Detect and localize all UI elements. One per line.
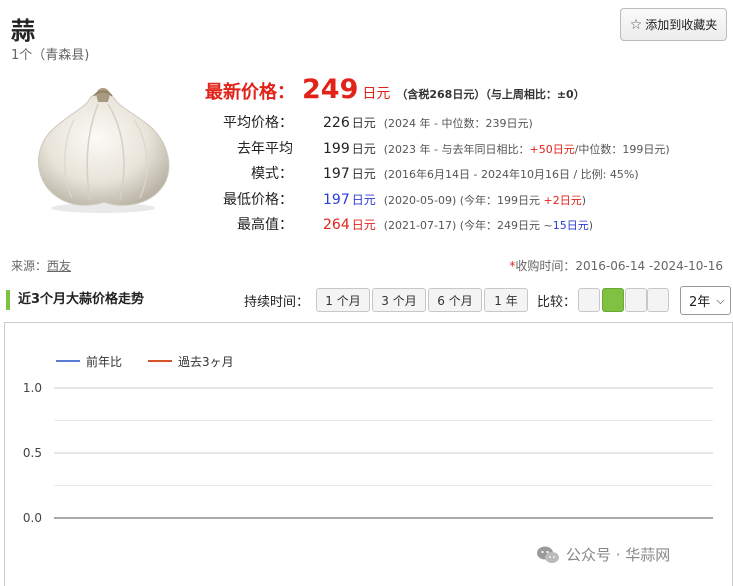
average-price-label: 平均价格： <box>223 115 293 131</box>
highest-detail-pre: (2021-07-17) (今年：249日元 ~ <box>383 219 553 232</box>
highest-price-value: 264 <box>323 217 350 233</box>
star-icon: ☆ <box>629 16 643 33</box>
watermark: 公众号 · 华蒜网 <box>536 544 670 565</box>
last-year-detail-post: /中位数：199日元) <box>574 142 670 156</box>
average-price-row: 平均价格： 226 日元 (2024 年 - 中位数：239日元) <box>205 112 725 138</box>
garlic-image <box>38 88 170 213</box>
lowest-price-row: 最低价格： 197 日元 (2020-05-09) (今年：199日元 +2日元… <box>205 189 725 215</box>
product-subtitle: 1个（青森县) <box>11 48 90 63</box>
period-text: 收购时间：2016-06-14 -2024-10-16 <box>515 259 723 273</box>
source-link[interactable]: 西友 <box>47 259 71 273</box>
chevron-down-icon: ⌵ <box>716 293 725 307</box>
mode-price-label: 模式： <box>251 166 293 182</box>
year-select[interactable]: 2年 ⌵ <box>680 286 731 315</box>
legend-label-0[interactable]: 前年比 <box>86 354 122 369</box>
highest-detail-post: ) <box>588 219 594 232</box>
duration-1-month-button[interactable]: 1 个月 <box>316 288 370 312</box>
mode-price-value: 197 <box>323 166 350 182</box>
page-title: 蒜 <box>11 17 36 45</box>
mode-price-detail: (2016年6月14日 - 2024年10月16日 / 比例: 45%) <box>383 168 639 181</box>
chart-legend: 前年比 過去3ヶ月 <box>56 354 234 369</box>
legend-label-1[interactable]: 過去3ヶ月 <box>178 355 234 369</box>
y-tick-label: 0.0 <box>23 511 42 525</box>
latest-price-label: 最新价格： <box>205 82 295 103</box>
compare-label: 比较： <box>537 295 577 310</box>
lowest-detail-post: ) <box>581 193 587 207</box>
highest-price-unit: 日元 <box>351 218 376 232</box>
add-to-favorites-button[interactable]: ☆ 添加到收藏夹 <box>620 8 727 41</box>
highest-price-label: 最高值： <box>237 217 293 233</box>
last-year-average-unit: 日元 <box>351 141 376 156</box>
price-summary: 最新价格： 249 日元 （含税268日元）（与上周相比：±0） 平均价格： 2… <box>205 74 725 240</box>
duration-3-months-button[interactable]: 3 个月 <box>372 288 426 312</box>
average-price-detail: (2024 年 - 中位数：239日元) <box>383 117 533 130</box>
wechat-icon <box>537 546 559 563</box>
source-info: 来源：西友 <box>11 257 71 274</box>
duration-6-months-button[interactable]: 6 个月 <box>428 288 482 312</box>
last-year-average-detail: (2023 年 - 与去年同日相比：+50日元/中位数：199日元) <box>384 141 670 157</box>
highest-change: 15日元 <box>552 219 589 232</box>
lowest-detail-pre: (2020-05-09) (今年：199日元 <box>383 193 544 207</box>
watermark-text: 公众号 · 华蒜网 <box>566 546 671 564</box>
y-tick-label: 1.0 <box>23 381 42 395</box>
duration-label: 持续时间： <box>244 295 310 310</box>
highest-price-row: 最高值： 264 日元 (2021-07-17) (今年：249日元 ~15日元… <box>205 214 725 240</box>
mode-price-row: 模式： 197 日元 (2016年6月14日 - 2024年10月16日 / 比… <box>205 163 725 189</box>
trend-title: 近3个月大蒜价格走势 <box>6 290 144 310</box>
chart-grid <box>54 387 713 519</box>
mode-price-unit: 日元 <box>351 167 376 181</box>
duration-1-year-button[interactable]: 1 年 <box>484 288 528 312</box>
add-to-favorites-label: 添加到收藏夹 <box>645 18 718 32</box>
latest-price-note: （含税268日元）（与上周相比：±0） <box>396 88 585 101</box>
last-year-average-label: 去年平均 <box>237 140 293 157</box>
last-year-average-row: 去年平均 199 日元 (2023 年 - 与去年同日相比：+50日元/中位数：… <box>205 138 725 164</box>
lowest-price-unit: 日元 <box>351 192 376 207</box>
chart-y-ticks: 1.0 0.5 0.0 <box>23 381 42 525</box>
latest-price-value: 249 <box>302 74 359 105</box>
latest-price-unit: 日元 <box>362 86 391 102</box>
y-tick-label: 0.5 <box>23 446 42 460</box>
last-year-detail-pre: (2023 年 - 与去年同日相比： <box>383 142 530 156</box>
compare-option-3[interactable] <box>625 288 647 312</box>
lowest-price-label: 最低价格： <box>223 191 293 208</box>
lowest-price-detail: (2020-05-09) (今年：199日元 +2日元) <box>384 192 586 208</box>
acquisition-period: *收购时间：2016-06-14 -2024-10-16 <box>509 257 723 274</box>
average-price-value: 226 <box>323 115 350 131</box>
average-price-unit: 日元 <box>351 116 376 130</box>
last-year-average-value: 199 <box>323 140 350 157</box>
compare-option-4[interactable] <box>647 288 669 312</box>
lowest-price-value: 197 <box>323 191 350 208</box>
highest-price-detail: (2021-07-17) (今年：249日元 ~15日元) <box>384 217 593 233</box>
compare-option-2[interactable] <box>602 288 624 312</box>
last-year-change: +50日元 <box>529 142 575 156</box>
lowest-change: +2日元 <box>543 193 582 207</box>
source-label: 来源： <box>11 259 48 273</box>
year-select-value: 2年 <box>689 295 711 310</box>
compare-option-1[interactable] <box>578 288 600 312</box>
latest-price-row: 最新价格： 249 日元 （含税268日元）（与上周相比：±0） <box>205 74 725 112</box>
